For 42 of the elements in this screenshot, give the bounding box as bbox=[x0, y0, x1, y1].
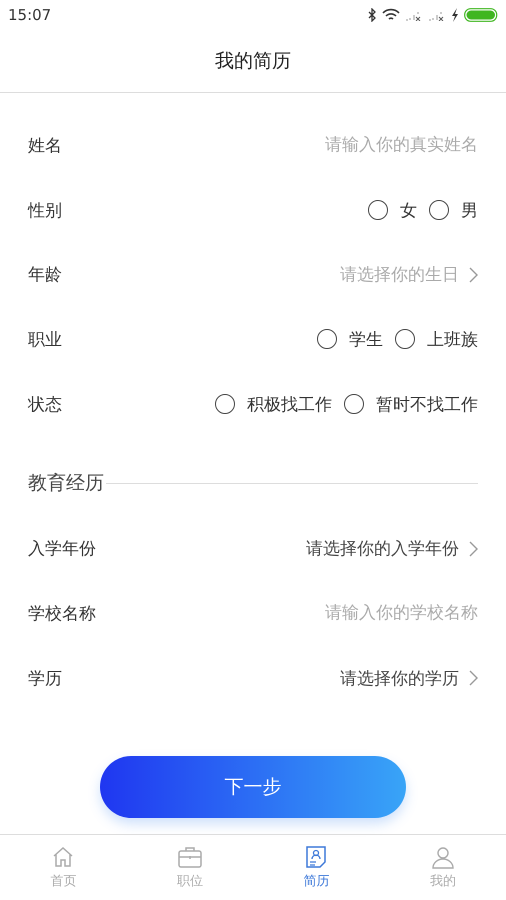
field-label: 年龄 bbox=[28, 264, 62, 286]
radio-button[interactable] bbox=[429, 200, 449, 220]
chevron-right-icon bbox=[469, 266, 478, 283]
charging-icon bbox=[451, 8, 459, 22]
field-label: 状态 bbox=[28, 394, 62, 416]
home-icon bbox=[51, 845, 76, 869]
radio-label[interactable]: 积极找工作 bbox=[247, 392, 332, 416]
input-field[interactable]: 请输入你的真实姓名 bbox=[218, 135, 478, 156]
radio-button[interactable] bbox=[368, 200, 388, 220]
person-icon bbox=[430, 845, 455, 869]
radio-label[interactable]: 上班族 bbox=[427, 328, 478, 351]
field-label: 姓名 bbox=[28, 134, 62, 157]
field-label: 入学年份 bbox=[28, 538, 96, 560]
signal-icon bbox=[428, 9, 446, 21]
picker-text[interactable]: 请选择你的学历 bbox=[340, 666, 459, 690]
radio-label[interactable]: 女 bbox=[400, 198, 417, 222]
wifi-icon bbox=[382, 8, 400, 22]
resume-icon bbox=[304, 845, 328, 869]
picker-text[interactable]: 请选择你的入学年份 bbox=[306, 537, 459, 560]
chevron-right-icon bbox=[469, 670, 478, 686]
field-label: 职业 bbox=[28, 328, 62, 351]
next-button[interactable]: 下一步 bbox=[100, 756, 406, 818]
battery-icon bbox=[464, 8, 498, 22]
bluetooth-icon bbox=[367, 8, 377, 22]
input-field[interactable]: 请输入你的学校名称 bbox=[218, 603, 478, 624]
field-label: 学校名称 bbox=[28, 602, 96, 625]
radio-button[interactable] bbox=[215, 394, 235, 414]
status-time: 15:07 bbox=[8, 6, 52, 24]
section-title: 教育经历 bbox=[28, 471, 104, 496]
field-label: 学历 bbox=[28, 668, 62, 690]
chevron-right-icon bbox=[469, 540, 478, 557]
radio-label[interactable]: 学生 bbox=[349, 328, 383, 351]
field-label: 性别 bbox=[28, 200, 62, 222]
radio-label[interactable]: 男 bbox=[461, 198, 478, 222]
radio-label[interactable]: 暂时不找工作 bbox=[376, 392, 478, 416]
briefcase-icon bbox=[176, 845, 203, 869]
tab[interactable]: 简历 bbox=[253, 835, 380, 900]
radio-button[interactable] bbox=[317, 329, 337, 350]
page-title: 我的简历 bbox=[215, 49, 291, 74]
signal-icon bbox=[405, 9, 423, 21]
radio-button[interactable] bbox=[344, 394, 364, 414]
radio-button[interactable] bbox=[395, 329, 415, 350]
